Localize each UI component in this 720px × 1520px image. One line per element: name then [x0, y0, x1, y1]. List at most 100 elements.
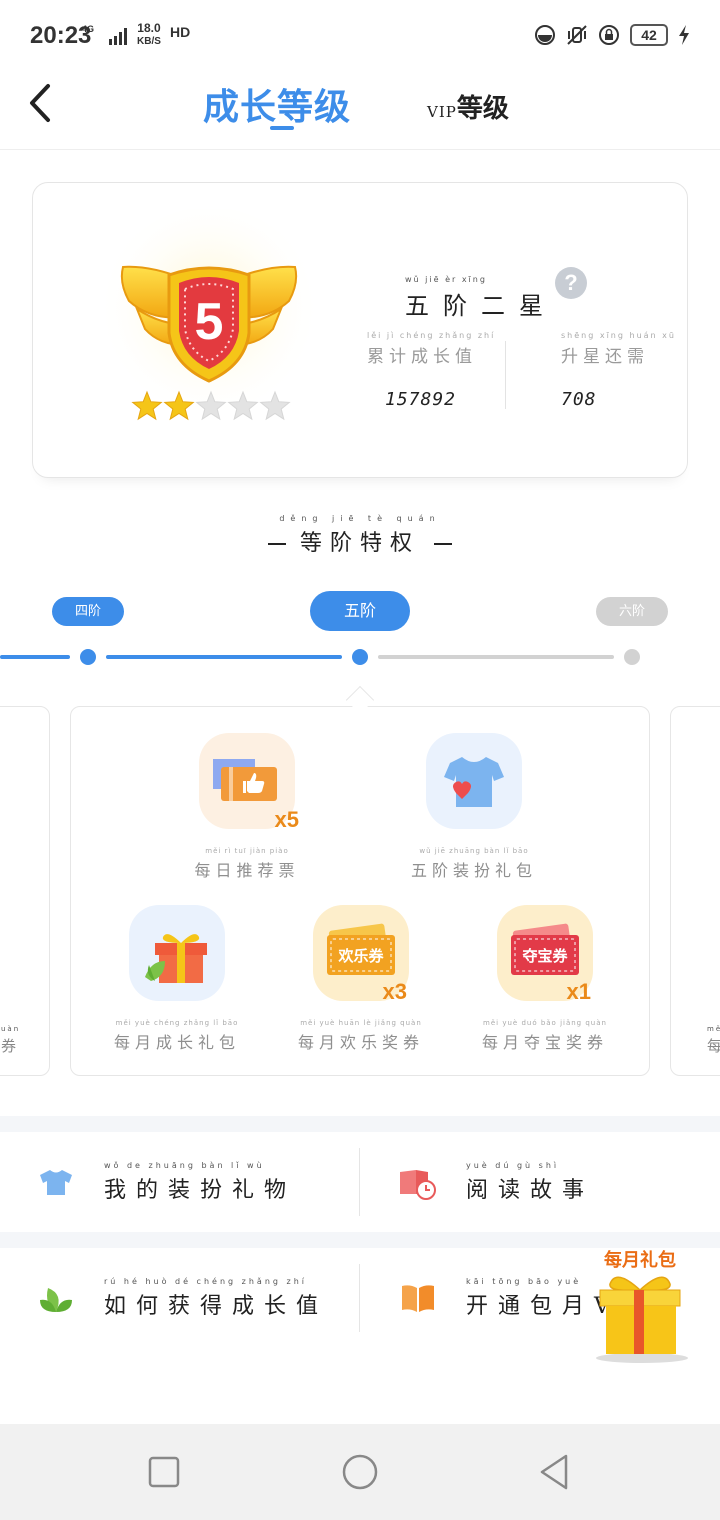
- reading-story-icon: [400, 1170, 436, 1200]
- menu-label: yuè dú gù shì 阅读故事: [466, 1161, 594, 1204]
- leaf-icon: [40, 1288, 72, 1312]
- perk-monthly-happy-coupon[interactable]: 欢乐券 x3 měi yuè huān lè jiǎng quàn 每月欢乐奖券: [271, 905, 451, 1053]
- active-tab-indicator: [270, 126, 294, 130]
- floating-monthly-gift[interactable]: 每月礼包: [590, 1240, 690, 1366]
- perk-text: 每月欢乐奖券: [297, 1033, 424, 1052]
- tier-dot-4: [80, 649, 96, 665]
- perk-tier-dress-up-pack[interactable]: wǔ jiē zhuāng bàn lǐ bāo 五阶装扮礼包: [384, 733, 564, 881]
- perk-pinyin: wǔ jiē zhuāng bàn lǐ bāo: [419, 847, 529, 855]
- tier-pill-6[interactable]: 六阶: [596, 597, 668, 626]
- section-gap: [0, 1116, 720, 1132]
- signal-icon: [109, 28, 127, 45]
- menu-row-1: wǒ de zhuāng bàn lǐ wù 我的装扮礼物 yuè dú gù …: [0, 1132, 720, 1232]
- rank-pinyin: wǔ jiē èr xīng: [405, 275, 487, 284]
- speed-unit: KB/S: [137, 36, 161, 47]
- badge-number: 5: [195, 293, 224, 351]
- help-question-icon[interactable]: ?: [555, 267, 587, 299]
- perk-label: wǔ jiē zhuāng bàn lǐ bāo 五阶装扮礼包: [384, 847, 564, 881]
- perk-monthly-treasure-coupon[interactable]: 夺宝券 x1 měi yuè duó bǎo jiǎng quàn 每月夺宝奖券: [455, 905, 635, 1053]
- perk-text: 每日推荐票: [194, 861, 300, 880]
- title-dash-right: [434, 543, 452, 545]
- perk-monthly-growth-pack[interactable]: měi yuè chéng zhǎng lǐ bāo 每月成长礼包: [87, 905, 267, 1053]
- menu-separator: [359, 1148, 360, 1216]
- perk-label: měi yuè huān lè jiǎng quàn 每月欢乐奖券: [271, 1019, 451, 1053]
- menu-how-to-earn-growth[interactable]: rú hé huò dé chéng zhǎng zhí 如何获得成长值: [36, 1248, 328, 1348]
- privileges-title: děng jiē tè quán 等阶特权: [0, 514, 720, 557]
- status-right: 42: [534, 24, 690, 46]
- stat-divider: [505, 341, 506, 409]
- perk-pinyin: měi yuè chéng zhǎng lǐ bāo: [115, 1019, 239, 1027]
- progress-track-2: [106, 655, 342, 659]
- vibrate-mute-icon: [567, 25, 587, 45]
- prev-card-edge-text: uàn 券: [1, 1025, 20, 1056]
- cumulative-growth-label: lěi jì chéng zhǎng zhí 累计成长值: [367, 331, 495, 367]
- next-tier-card[interactable]: měi 每: [670, 706, 720, 1076]
- tab-vip-level[interactable]: VIP等级: [427, 88, 509, 125]
- hd-indicator: HD: [170, 24, 191, 40]
- menu-read-stories[interactable]: yuè dú gù shì 阅读故事: [398, 1132, 594, 1232]
- gift-box-icon: [129, 905, 225, 1001]
- menu-text: 阅读故事: [466, 1177, 595, 1203]
- svg-text:欢乐券: 欢乐券: [337, 947, 384, 965]
- next-card-edge-text: měi 每: [707, 1025, 720, 1056]
- back-arrow-icon[interactable]: [22, 80, 62, 126]
- lock-rotation-icon: [599, 25, 619, 45]
- monthly-gift-icon: [596, 1276, 688, 1363]
- menu-text: 如何获得成长值: [104, 1293, 329, 1319]
- prev-tier-card[interactable]: uàn 券: [0, 706, 50, 1076]
- star-up-needed-value: 708: [561, 389, 597, 410]
- star-up-needed-label: shēng xīng huán xū 升星还需: [561, 331, 676, 367]
- tier-pill-5[interactable]: 五阶: [310, 591, 410, 631]
- needed-text: 升星还需: [561, 347, 649, 367]
- menu-pinyin: yuè dú gù shì: [466, 1160, 560, 1170]
- perk-text: 每月夺宝奖券: [481, 1033, 608, 1052]
- needed-pinyin: shēng xīng huán xū: [561, 331, 676, 340]
- rank-name: wǔ jiē èr xīng 五阶二星: [405, 275, 557, 321]
- cumulative-growth-value: 157892: [385, 389, 457, 410]
- speed-value: 18.0: [137, 21, 161, 35]
- perk-label: měi yuè chéng zhǎng lǐ bāo 每月成长礼包: [87, 1019, 267, 1053]
- cumulative-text: 累计成长值: [367, 347, 477, 367]
- recommend-ticket-icon: x5: [199, 733, 299, 832]
- tier-dot-5: [352, 649, 368, 665]
- menu-label: rú hé huò dé chéng zhǎng zhí 如何获得成长值: [104, 1277, 328, 1320]
- tier-dot-6: [624, 649, 640, 665]
- progress-track-3: [378, 655, 614, 659]
- back-nav-icon[interactable]: [536, 1452, 576, 1492]
- tshirt-icon: [40, 1170, 72, 1195]
- home-icon[interactable]: [340, 1452, 380, 1492]
- cumulative-pinyin: lěi jì chéng zhǎng zhí: [367, 331, 496, 340]
- open-book-icon: [402, 1285, 434, 1312]
- tier-pill-4[interactable]: 四阶: [52, 597, 124, 626]
- status-bar: 20:23 4G 18.0 KB/S HD 42: [0, 0, 720, 76]
- app-header: 成长等级 VIP等级: [0, 76, 720, 150]
- system-nav-bar: [0, 1424, 720, 1520]
- do-not-disturb-icon: [535, 25, 555, 45]
- progress-track-1: [0, 655, 70, 659]
- menu-my-dress-up-gifts[interactable]: wǒ de zhuāng bàn lǐ wù 我的装扮礼物: [36, 1132, 296, 1232]
- happy-coupon-icon: 欢乐券 x3: [313, 905, 409, 1004]
- prev-card-edge-pinyin: uàn: [1, 1025, 21, 1033]
- perk-daily-recommend-ticket[interactable]: x5 měi rì tuī jiàn piào 每日推荐票: [157, 733, 337, 881]
- perk-multiplier: x5: [274, 807, 299, 832]
- menu-label: wǒ de zhuāng bàn lǐ wù 我的装扮礼物: [104, 1161, 296, 1204]
- network-speed: 18.0 KB/S: [137, 22, 161, 48]
- tab-growth-level[interactable]: 成长等级: [203, 78, 351, 130]
- recent-apps-icon[interactable]: [144, 1452, 184, 1492]
- menu-pinyin: rú hé huò dé chéng zhǎng zhí: [104, 1276, 307, 1286]
- svg-text:夺宝券: 夺宝券: [521, 947, 568, 965]
- menu-text: 我的装扮礼物: [104, 1177, 297, 1203]
- perk-multiplier: x3: [382, 979, 407, 1004]
- perk-pinyin: měi yuè huān lè jiǎng quàn: [300, 1019, 422, 1027]
- menu-open-monthly-vip[interactable]: kāi tōng bāo yuè 开通包月V: [398, 1248, 620, 1348]
- treasure-coupon-icon: 夺宝券 x1: [497, 905, 593, 1004]
- perk-label: měi rì tuī jiàn piào 每日推荐票: [157, 847, 337, 881]
- rank-text: 五阶二星: [405, 292, 557, 320]
- privileges-title-text: 等阶特权: [299, 531, 420, 556]
- title-dash-left: [267, 543, 286, 545]
- perk-pinyin: měi yuè duó bǎo jiǎng quàn: [483, 1019, 607, 1027]
- menu-pinyin: wǒ de zhuāng bàn lǐ wù: [104, 1160, 265, 1170]
- network-type: 4G: [82, 24, 95, 34]
- level-card: 5 wǔ jiē èr xīng 五阶二星 ? lěi jì chéng zhǎ…: [32, 182, 688, 478]
- tab-vip-suffix: 等级: [456, 94, 509, 124]
